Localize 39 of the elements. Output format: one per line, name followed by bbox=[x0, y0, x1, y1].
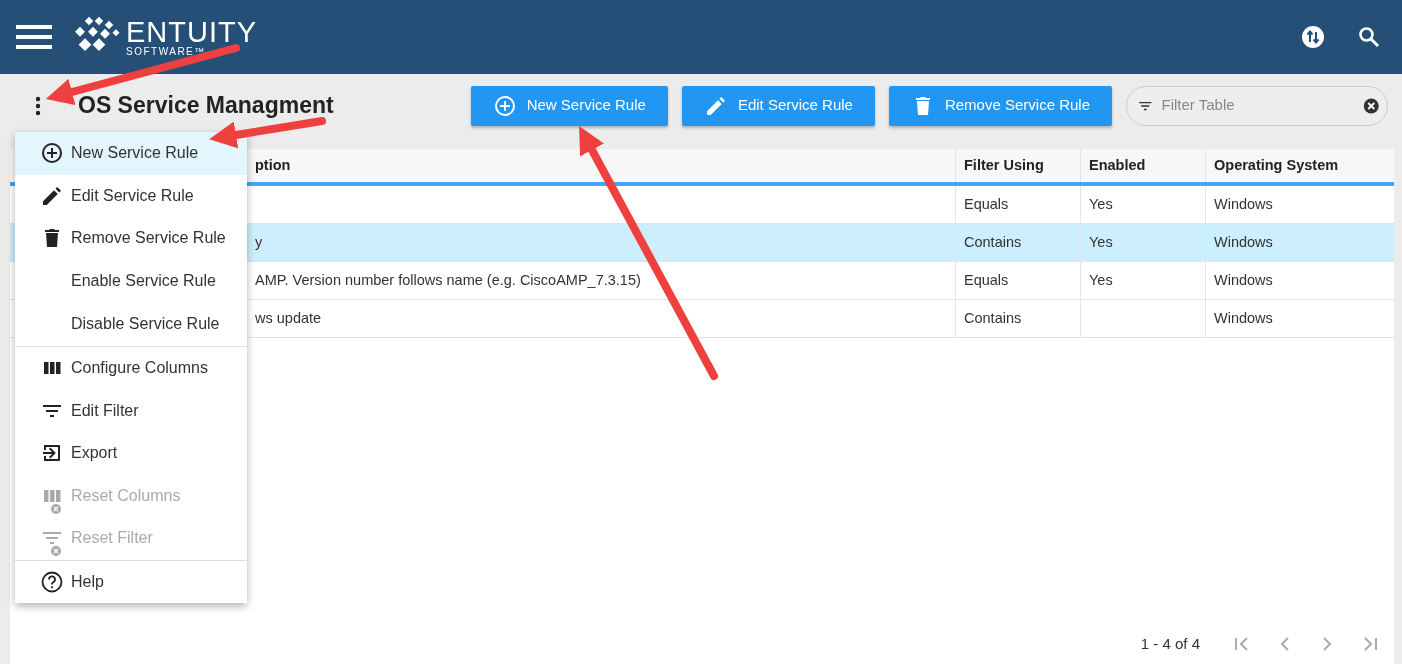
table-row[interactable]: ws update Contains Windows bbox=[247, 300, 1394, 338]
column-header[interactable]: Operating System bbox=[1206, 149, 1394, 182]
add-circle-icon bbox=[40, 141, 64, 166]
table-cell: Equals bbox=[956, 186, 1081, 223]
table-cell: Yes bbox=[1081, 262, 1206, 299]
menu-item[interactable]: Enable Service Rule bbox=[15, 259, 247, 302]
page-range: 1 - 4 of 4 bbox=[1140, 633, 1200, 654]
table-row[interactable]: AMP. Version number follows name (e.g. CiscoAMP_7.3.15) Equals Yes Windows bbox=[247, 262, 1394, 300]
logo-tagline: SOFTWARE™ bbox=[126, 46, 207, 57]
menu-item[interactable]: Configure Columns bbox=[15, 347, 247, 390]
logo-text: ENTUITY bbox=[126, 17, 258, 47]
menu-item[interactable]: Export bbox=[15, 432, 247, 475]
more-options-icon[interactable] bbox=[34, 95, 42, 116]
table-cell: Yes bbox=[1081, 224, 1206, 261]
menu-item[interactable]: Remove Service Rule bbox=[15, 217, 247, 260]
menu-icon[interactable] bbox=[16, 24, 52, 50]
table-cell: Contains bbox=[956, 300, 1081, 337]
filter-input[interactable]: Filter Table bbox=[1159, 93, 1363, 118]
help-icon bbox=[40, 569, 64, 594]
page-title: OS Service Managment bbox=[78, 91, 334, 120]
swap-icon[interactable] bbox=[1302, 26, 1324, 48]
menu-item[interactable]: New Service Rule bbox=[15, 132, 247, 175]
add-circle-icon bbox=[492, 93, 517, 118]
table-cell: Contains bbox=[956, 224, 1081, 261]
table-cell-text: Windows bbox=[1213, 308, 1274, 328]
table-cell: Yes bbox=[1081, 186, 1206, 223]
column-header[interactable]: Filter Using bbox=[956, 149, 1081, 182]
menu-item[interactable]: Help bbox=[15, 560, 247, 603]
menu-item[interactable]: Edit Service Rule bbox=[15, 174, 247, 217]
column-header[interactable]: Enabled bbox=[1081, 149, 1206, 182]
search-icon[interactable] bbox=[1358, 26, 1380, 48]
menu-item[interactable]: Disable Service Rule bbox=[15, 302, 247, 346]
table-row[interactable]: y Contains Yes Windows bbox=[247, 224, 1394, 262]
table-cell-text: Windows bbox=[1213, 194, 1274, 214]
filter-field[interactable]: Filter Table bbox=[1126, 85, 1388, 126]
table-cell-text: Windows bbox=[1213, 232, 1274, 252]
menu-item[interactable]: Edit Filter bbox=[15, 389, 247, 432]
table-cell-text: Windows bbox=[1213, 270, 1274, 290]
table-cell: Equals bbox=[956, 262, 1081, 299]
